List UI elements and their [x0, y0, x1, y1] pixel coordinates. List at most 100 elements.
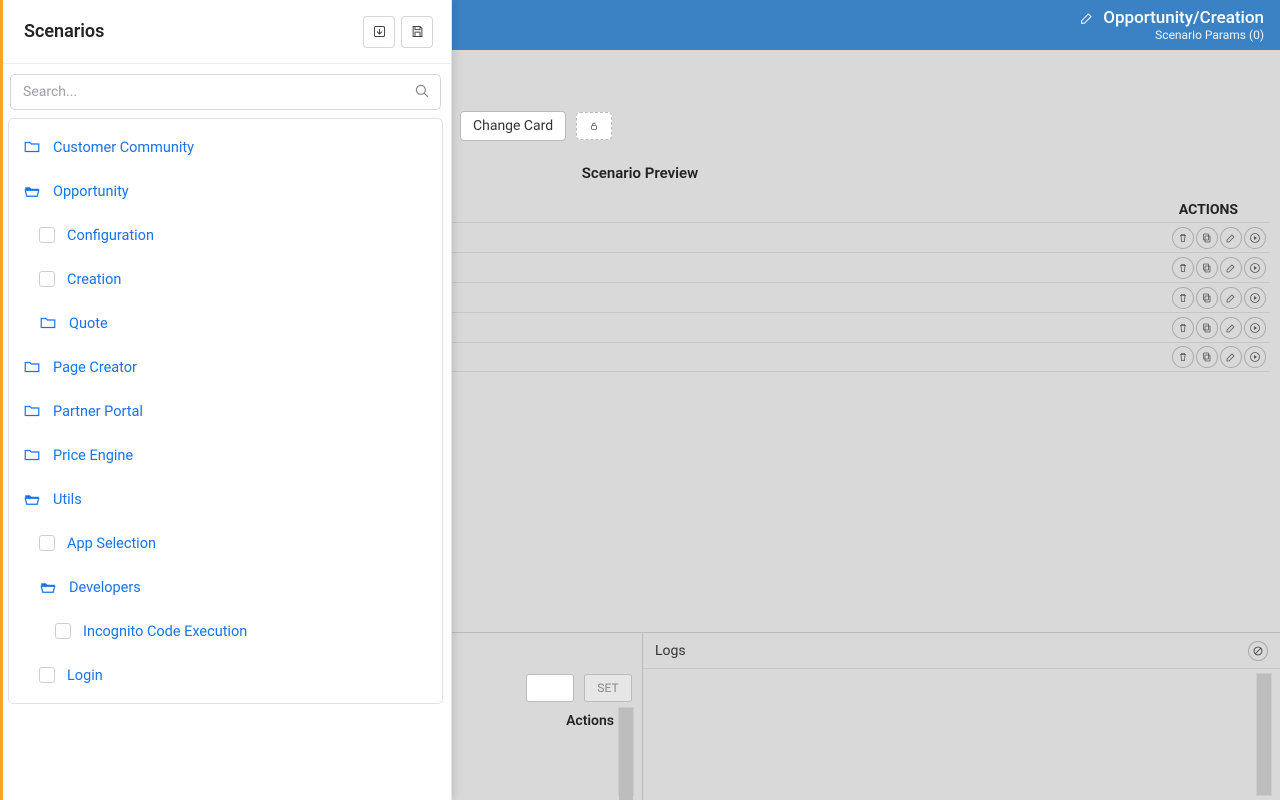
scenario-tree: Customer Community Opportunity Configurati…	[9, 125, 442, 697]
folder-icon	[23, 358, 41, 376]
checkbox[interactable]	[39, 271, 55, 287]
scenario-incognito-code-execution[interactable]: Incognito Code Execution	[41, 609, 442, 653]
tree-node-label: Configuration	[67, 227, 154, 244]
scenario-login[interactable]: Login	[25, 653, 442, 697]
copy-button[interactable]	[1196, 317, 1218, 339]
scenarios-panel: Scenarios Customer CommunityOpportunityC…	[0, 0, 452, 800]
folder-open-icon	[23, 490, 41, 508]
tree-node-label: Incognito Code Execution	[83, 623, 247, 640]
scenario-configuration[interactable]: Configuration	[25, 213, 442, 257]
edit-icon[interactable]	[1079, 10, 1095, 26]
import-button[interactable]	[363, 16, 395, 48]
delete-icon	[1177, 351, 1189, 363]
play-icon	[1249, 292, 1261, 304]
edit-icon	[1225, 322, 1237, 334]
clear-logs-button[interactable]	[1248, 641, 1268, 661]
edit-icon	[1225, 351, 1237, 363]
search-input[interactable]	[10, 74, 441, 110]
lock-button[interactable]	[576, 112, 612, 140]
logs-title: Logs	[655, 643, 686, 659]
row-actions	[1172, 287, 1266, 309]
checkbox[interactable]	[39, 227, 55, 243]
edit-button[interactable]	[1220, 227, 1242, 249]
scenario-creation[interactable]: Creation	[25, 257, 442, 301]
folder-page-creator[interactable]: Page Creator	[9, 345, 442, 389]
play-button[interactable]	[1244, 227, 1266, 249]
tree-node-label: App Selection	[67, 535, 156, 552]
folder-partner-portal[interactable]: Partner Portal	[9, 389, 442, 433]
copy-icon	[1201, 322, 1213, 334]
actions-column-header: ACTIONS	[1179, 202, 1238, 218]
folder-opportunity[interactable]: Opportunity	[9, 169, 442, 213]
copy-icon	[1201, 292, 1213, 304]
folder-icon	[23, 402, 41, 420]
edit-icon	[1225, 232, 1237, 244]
play-button[interactable]	[1244, 317, 1266, 339]
no-icon	[1252, 645, 1264, 657]
tree-node-label: Partner Portal	[53, 403, 143, 420]
folder-utils[interactable]: Utils	[9, 477, 442, 521]
play-button[interactable]	[1244, 257, 1266, 279]
import-icon	[372, 24, 387, 39]
play-button[interactable]	[1244, 287, 1266, 309]
play-icon	[1249, 322, 1261, 334]
panel-accent	[0, 0, 3, 800]
folder-icon	[23, 138, 41, 156]
lower-actions-header: Actions	[566, 713, 614, 729]
delete-icon	[1177, 292, 1189, 304]
copy-icon	[1201, 351, 1213, 363]
folder-icon	[23, 446, 41, 464]
edit-button[interactable]	[1220, 287, 1242, 309]
delete-button[interactable]	[1172, 227, 1194, 249]
delete-button[interactable]	[1172, 346, 1194, 368]
logs-scrollbar[interactable]	[1256, 673, 1272, 796]
edit-button[interactable]	[1220, 317, 1242, 339]
checkbox[interactable]	[39, 535, 55, 551]
tree-node-label: Utils	[53, 491, 82, 508]
delete-button[interactable]	[1172, 317, 1194, 339]
folder-price-engine[interactable]: Price Engine	[9, 433, 442, 477]
lock-open-icon	[589, 119, 599, 133]
row-actions	[1172, 227, 1266, 249]
copy-button[interactable]	[1196, 287, 1218, 309]
folder-quote[interactable]: Quote	[25, 301, 442, 345]
checkbox[interactable]	[55, 623, 71, 639]
copy-button[interactable]	[1196, 257, 1218, 279]
copy-icon	[1201, 262, 1213, 274]
delete-button[interactable]	[1172, 257, 1194, 279]
folder-developers[interactable]: Developers	[25, 565, 442, 609]
play-icon	[1249, 351, 1261, 363]
play-button[interactable]	[1244, 346, 1266, 368]
row-actions	[1172, 346, 1266, 368]
set-input[interactable]	[526, 674, 574, 702]
copy-button[interactable]	[1196, 346, 1218, 368]
scrollbar[interactable]	[618, 707, 634, 796]
play-icon	[1249, 232, 1261, 244]
row-actions	[1172, 317, 1266, 339]
tree-node-label: Login	[67, 667, 103, 684]
tree-node-label: Customer Community	[53, 139, 194, 156]
edit-button[interactable]	[1220, 257, 1242, 279]
save-icon	[410, 24, 425, 39]
delete-button[interactable]	[1172, 287, 1194, 309]
page-subtitle[interactable]: Scenario Params (0)	[1155, 28, 1264, 42]
tree-node-label: Creation	[67, 271, 121, 288]
tree-node-label: Opportunity	[53, 183, 129, 200]
folder-icon	[39, 314, 57, 332]
copy-button[interactable]	[1196, 227, 1218, 249]
logs-panel: Logs	[642, 632, 1280, 800]
set-button[interactable]: SET	[584, 674, 632, 702]
folder-open-icon	[39, 578, 57, 596]
change-card-button[interactable]: Change Card	[460, 111, 566, 141]
delete-icon	[1177, 322, 1189, 334]
scenario-app-selection[interactable]: App Selection	[25, 521, 442, 565]
edit-button[interactable]	[1220, 346, 1242, 368]
checkbox[interactable]	[39, 667, 55, 683]
delete-icon	[1177, 232, 1189, 244]
play-icon	[1249, 262, 1261, 274]
edit-icon	[1225, 262, 1237, 274]
save-button[interactable]	[401, 16, 433, 48]
panel-title: Scenarios	[24, 21, 104, 42]
folder-customer-community[interactable]: Customer Community	[9, 125, 442, 169]
search-icon[interactable]	[413, 82, 431, 104]
